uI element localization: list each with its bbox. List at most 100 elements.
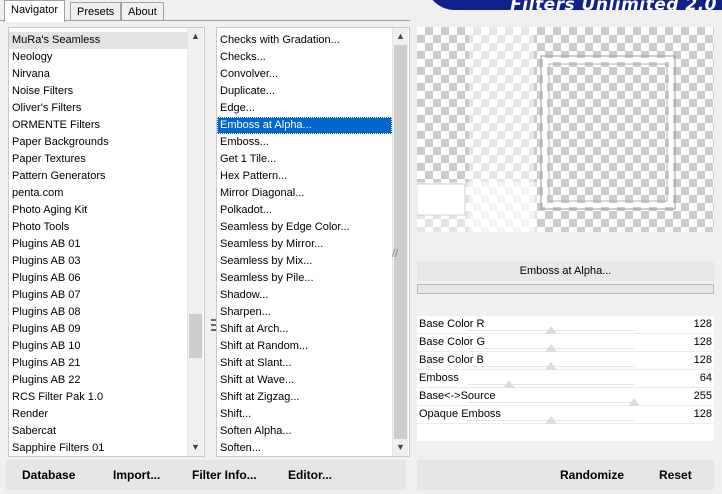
filter-list[interactable]: Checks with Gradation... Checks... Convolv… <box>216 27 410 457</box>
editor-button[interactable]: Editor... <box>288 463 332 487</box>
grip-icon[interactable]: // <box>392 248 398 260</box>
category-list-item[interactable]: RCS Filter Pak 1.0 <box>9 389 187 406</box>
filter-list-item[interactable]: Shift at Random... <box>217 338 392 355</box>
slider-knob-icon[interactable] <box>502 380 515 388</box>
tab-bar: Navigator Presets About <box>4 0 204 22</box>
filter-list-item[interactable]: Shift at Zigzag... <box>217 389 392 406</box>
parameter-value: 255 <box>693 390 712 402</box>
parameter-slider-track[interactable] <box>467 362 634 370</box>
category-list-item[interactable]: Sapphire Filters 01 <box>9 440 187 456</box>
chevron-up-icon[interactable]: ▲ <box>188 29 203 44</box>
parameter-slider-track[interactable] <box>467 344 634 352</box>
filter-list-item[interactable]: Shadow... <box>217 287 392 304</box>
parameter-slider-row[interactable]: Base<->Source 255 <box>417 388 714 406</box>
filter-name-label: Emboss at Alpha... <box>417 261 714 281</box>
filter-list-item[interactable]: Shift at Wave... <box>217 372 392 389</box>
category-list-item[interactable]: Photo Aging Kit <box>9 202 187 219</box>
parameter-slider-row[interactable]: Base Color R 128 <box>417 316 714 334</box>
parameter-value: 128 <box>693 336 712 348</box>
filter-list-item[interactable]: Mirror Diagonal... <box>217 185 392 202</box>
category-list-item[interactable]: Plugins AB 21 <box>9 355 187 372</box>
filter-list-item[interactable]: Checks with Gradation... <box>217 32 392 49</box>
filter-list-item[interactable]: Soften Alpha... <box>217 423 392 440</box>
category-list-item[interactable]: Photo Tools <box>9 219 187 236</box>
filter-list-item[interactable]: Soften... <box>217 440 392 456</box>
category-list-item[interactable]: Plugins AB 08 <box>9 304 187 321</box>
reset-button[interactable]: Reset <box>659 463 692 487</box>
filter-list-item[interactable]: Convolver... <box>217 66 392 83</box>
category-scrollbar[interactable]: ▲ ▼ <box>187 28 203 456</box>
slider-knob-icon[interactable] <box>544 344 557 352</box>
filter-list-item[interactable]: Get 1 Tile... <box>217 151 392 168</box>
filter-list-item[interactable]: Polkadot... <box>217 202 392 219</box>
filter-list-item[interactable]: Shift at Slant... <box>217 355 392 372</box>
parameter-value: 128 <box>693 318 712 330</box>
parameter-slider-track[interactable] <box>467 380 634 388</box>
category-list-item[interactable]: Plugins AB 06 <box>9 270 187 287</box>
category-list-item[interactable]: Plugins AB 10 <box>9 338 187 355</box>
filter-list-item[interactable]: Seamless by Mix... <box>217 253 392 270</box>
chevron-up-icon[interactable]: ▲ <box>393 29 408 44</box>
parameter-slider-row[interactable]: Base Color G 128 <box>417 334 714 352</box>
parameter-panel: Base Color R 128 Base Color G 128 Base Color… <box>417 316 714 441</box>
filter-list-item[interactable]: Emboss at Alpha... <box>217 117 392 134</box>
category-list-item[interactable]: MuRa's Seamless <box>9 32 187 49</box>
filter-list-item[interactable]: Checks... <box>217 49 392 66</box>
slider-knob-icon[interactable] <box>544 416 557 424</box>
category-list-item[interactable]: Paper Backgrounds <box>9 134 187 151</box>
parameter-value: 128 <box>693 354 712 366</box>
preview-image <box>417 27 676 232</box>
category-list-item[interactable]: Plugins AB 01 <box>9 236 187 253</box>
chevron-down-icon[interactable]: ▼ <box>188 440 203 455</box>
filter-list-item[interactable]: Shift at Arch... <box>217 321 392 338</box>
filter-list-item[interactable]: Sharpen... <box>217 304 392 321</box>
parameter-name: Base Color G <box>419 336 486 348</box>
filter-list-item[interactable]: Hex Pattern... <box>217 168 392 185</box>
parameter-slider-row[interactable]: Opaque Emboss 128 <box>417 406 714 424</box>
category-list-item[interactable]: Sabercat <box>9 423 187 440</box>
brand-banner: Filters Unlimited 2.0 <box>425 0 722 10</box>
slider-knob-icon[interactable] <box>544 362 557 370</box>
parameter-value: 64 <box>699 372 712 384</box>
filter-list-item[interactable]: Edge... <box>217 100 392 117</box>
category-list-item[interactable]: Noise Filters <box>9 83 187 100</box>
category-list-item[interactable]: Paper Textures <box>9 151 187 168</box>
category-list-item[interactable]: Plugins AB 03 <box>9 253 187 270</box>
category-list-item[interactable]: Neology <box>9 49 187 66</box>
filter-list-item[interactable]: Shift... <box>217 406 392 423</box>
category-list-item[interactable]: Plugins AB 07 <box>9 287 187 304</box>
category-list-item[interactable]: Oliver's Filters <box>9 100 187 117</box>
filter-list-item[interactable]: Seamless by Mirror... <box>217 236 392 253</box>
category-list-item[interactable]: Render <box>9 406 187 423</box>
tab-about[interactable]: About <box>121 2 164 21</box>
filter-scrollbar[interactable]: ▲ ▼ <box>392 28 408 456</box>
category-list-item[interactable]: Plugins AB 22 <box>9 372 187 389</box>
filter-list-item[interactable]: Seamless by Edge Color... <box>217 219 392 236</box>
category-scroll-thumb[interactable] <box>189 314 202 358</box>
filter-list-item[interactable]: Seamless by Pile... <box>217 270 392 287</box>
database-button[interactable]: Database <box>22 463 75 487</box>
parameter-slider-track[interactable] <box>467 326 634 334</box>
list-splitter-handle[interactable] <box>211 319 216 331</box>
parameter-slider-row[interactable]: Base Color B 128 <box>417 352 714 370</box>
slider-knob-icon[interactable] <box>628 398 640 406</box>
tab-presets[interactable]: Presets <box>70 2 122 21</box>
category-list[interactable]: MuRa's Seamless Neology Nirvana Noise Filte… <box>8 27 205 457</box>
filter-list-item[interactable]: Emboss... <box>217 134 392 151</box>
parameter-name: Base<->Source <box>419 390 496 402</box>
import-button[interactable]: Import... <box>113 463 160 487</box>
tab-navigator[interactable]: Navigator <box>4 0 66 22</box>
category-list-item[interactable]: Pattern Generators <box>9 168 187 185</box>
filter-info-button[interactable]: Filter Info... <box>192 463 257 487</box>
filter-list-item[interactable]: Duplicate... <box>217 83 392 100</box>
slider-knob-icon[interactable] <box>544 326 557 334</box>
category-list-item[interactable]: penta.com <box>9 185 187 202</box>
category-list-item[interactable]: Plugins AB 09 <box>9 321 187 338</box>
randomize-button[interactable]: Randomize <box>560 463 624 487</box>
category-list-item[interactable]: Nirvana <box>9 66 187 83</box>
category-list-item[interactable]: ORMENTE Filters <box>9 117 187 134</box>
filter-scroll-thumb[interactable] <box>394 45 407 439</box>
chevron-down-icon[interactable]: ▼ <box>393 440 408 455</box>
parameter-slider-row[interactable]: Emboss 64 <box>417 370 714 388</box>
parameter-name: Base Color R <box>419 318 485 330</box>
